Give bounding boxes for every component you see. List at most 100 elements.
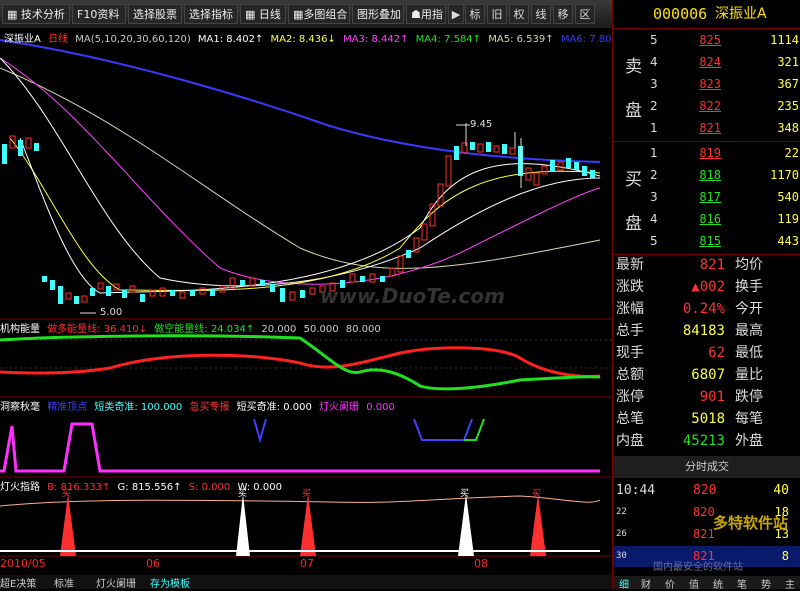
top-toolbar: ▦ 技术分析 F10资料 选择股票 选择指标 ▦ 日线 ▦多图组合 图形叠加 ☗…: [0, 0, 612, 29]
ind1-legend: 机构能量 做多能量线: 36.410↓ 做空能量线: 24.034↑ 20.00…: [0, 324, 381, 335]
watermark: www.DuoTe.com: [320, 284, 505, 308]
old-button[interactable]: 旧: [487, 4, 507, 24]
ma60-line: [0, 67, 601, 269]
candle: [270, 284, 275, 292]
buy-signal-label: 买: [62, 489, 72, 499]
candle: [289, 291, 296, 301]
candle: [199, 287, 206, 295]
buy-signal-label: 买: [238, 489, 248, 499]
daily-button[interactable]: ▦ 日线: [240, 4, 286, 24]
candle: [582, 166, 587, 176]
period-label: 日线: [48, 34, 69, 45]
buy-spike: [300, 494, 316, 556]
candle: [97, 282, 104, 290]
date-label: 07: [300, 557, 314, 570]
stat-row: 涨幅 0.24% 今开: [616, 301, 763, 317]
stat-row: 涨跌 ▲002 换手: [616, 279, 763, 295]
high-label: 9.45: [470, 119, 493, 130]
candle: [369, 273, 376, 283]
mark-button[interactable]: 标: [465, 4, 485, 24]
candle: [380, 276, 385, 282]
buy-spike: [236, 494, 250, 556]
candle: [533, 172, 540, 186]
candle: [590, 170, 595, 178]
candle: [502, 144, 507, 154]
candle: [300, 290, 305, 298]
low-label: 5.00: [100, 307, 123, 318]
bottom-tabs: 超E决策 标准 灯火阑珊 存为模板: [0, 575, 612, 590]
tab-standard[interactable]: 标准: [54, 575, 74, 590]
candle: [406, 250, 411, 258]
candle: [486, 142, 491, 152]
candle: [106, 286, 111, 296]
zone-button[interactable]: 区: [575, 4, 595, 24]
candles: [2, 123, 595, 304]
chart-area[interactable]: 深振业A 日线 MA(5,10,20,30,60,120) MA1: 8.402…: [0, 28, 626, 576]
grid-icon: ▦: [245, 8, 256, 21]
stat-row: 涨停 901 跌停: [616, 389, 763, 405]
buy-spike: [60, 494, 76, 556]
buy-row[interactable]: 3 817 540: [613, 186, 800, 208]
long-energy-line: [0, 346, 601, 378]
use-indicator-button[interactable]: ☗用指: [406, 4, 446, 24]
sell-row[interactable]: 3 823 367: [613, 73, 800, 95]
select-stock-button[interactable]: 选择股票: [128, 4, 182, 24]
tick-header[interactable]: 分时成交: [613, 456, 800, 478]
candle: [260, 280, 265, 286]
candle: [210, 290, 215, 296]
candle: [219, 285, 226, 293]
candle: [34, 143, 39, 151]
watermark-tagline: 国内最安全的软件站: [653, 562, 743, 573]
ma20-line: [0, 57, 601, 287]
overlay-button[interactable]: 图形叠加: [352, 4, 404, 24]
candle: [445, 155, 452, 187]
ma120-line: [0, 39, 601, 163]
stat-row: 内盘 45213 外盘: [616, 433, 763, 449]
candle: [42, 276, 47, 282]
candle: [170, 290, 175, 296]
candle: [309, 287, 316, 295]
tech-analysis-icon: ▦: [7, 8, 18, 21]
candle: [525, 167, 532, 181]
top-signal-line: [253, 418, 267, 444]
candle: [179, 291, 186, 299]
buy-row[interactable]: 5 815 443: [613, 230, 800, 252]
quote-panel: 000006 深振业A 卖 盘 5 825 1114 4 824 321 3 823 367…: [612, 0, 800, 591]
candle: [229, 277, 236, 289]
rights-button[interactable]: 权: [509, 4, 529, 24]
tick-row: 10:44 820 40: [616, 483, 789, 498]
buy-signal-label: 买: [460, 489, 470, 499]
sell-row[interactable]: 1 821 348: [613, 117, 800, 139]
buy-row[interactable]: 1 819 22: [613, 142, 800, 164]
b-line: [0, 495, 601, 507]
candle: [18, 140, 23, 156]
play-icon[interactable]: ▶: [448, 4, 464, 24]
candle: [397, 255, 404, 273]
ma30-line: [0, 57, 601, 285]
candle: [74, 296, 79, 304]
move-button[interactable]: 移: [553, 4, 573, 24]
candle: [550, 160, 555, 172]
candle: [557, 161, 564, 171]
buy-row[interactable]: 4 816 119: [613, 208, 800, 230]
tab-super-decision[interactable]: 超E决策: [0, 575, 36, 590]
candle: [65, 292, 72, 300]
stock-code: 000006: [653, 5, 708, 23]
stock-title: 深振业A: [4, 34, 41, 45]
f10-button[interactable]: F10资料: [72, 4, 126, 24]
select-indicator-button[interactable]: 选择指标: [184, 4, 238, 24]
sell-row[interactable]: 2 822 235: [613, 95, 800, 117]
sell-row[interactable]: 5 825 1114: [613, 29, 800, 51]
candle: [149, 289, 156, 297]
candle: [280, 288, 285, 302]
sell-row[interactable]: 4 824 321: [613, 51, 800, 73]
candle: [2, 144, 7, 164]
stat-row: 最新 821 均价: [616, 257, 763, 273]
tab-light[interactable]: 灯火阑珊: [96, 575, 136, 590]
multi-chart-button[interactable]: ▦多图组合: [288, 4, 350, 24]
tab-save-template[interactable]: 存为模板: [150, 575, 190, 590]
tech-analysis-button[interactable]: ▦ 技术分析: [2, 4, 70, 24]
buy-row[interactable]: 2 818 1170: [613, 164, 800, 186]
line-button[interactable]: 线: [531, 4, 551, 24]
candle: [349, 273, 356, 283]
